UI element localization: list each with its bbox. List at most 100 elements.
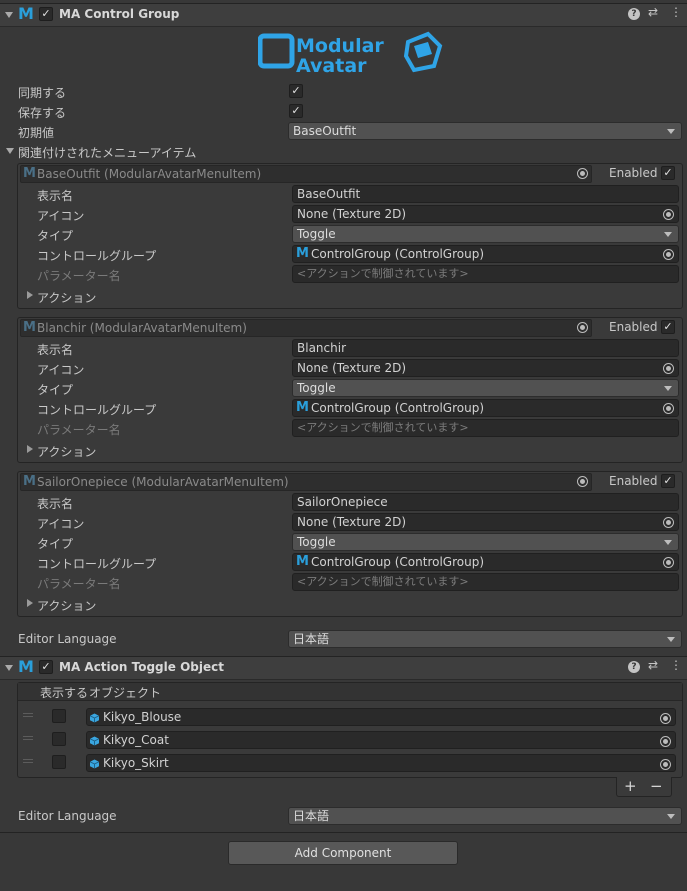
foldout-arrow-icon[interactable]	[5, 12, 13, 18]
object-picker-icon[interactable]	[663, 403, 674, 414]
object-name: Kikyo_Skirt	[103, 756, 169, 770]
menu-item-enabled-checkbox[interactable]: ✓	[661, 320, 675, 334]
enabled-label: Enabled	[609, 166, 658, 180]
enabled-label: Enabled	[609, 320, 658, 334]
object-name: Kikyo_Blouse	[103, 710, 182, 724]
type-value: Toggle	[297, 535, 336, 549]
object-picker-icon[interactable]	[660, 713, 671, 724]
parameter-name-label: パラメーター名	[37, 269, 121, 283]
menu-item-enabled-checkbox[interactable]: ✓	[661, 474, 675, 488]
editor-language-label: Editor Language	[18, 632, 117, 646]
menu-item-enabled-checkbox[interactable]: ✓	[661, 166, 675, 180]
type-dropdown[interactable]: Toggle	[292, 379, 679, 397]
icon-value: None (Texture 2D)	[297, 361, 407, 375]
control-group-label: コントロールグループ	[37, 249, 157, 263]
display-name-label: 表示名	[37, 497, 74, 511]
display-name-input[interactable]: Blanchir	[292, 339, 679, 357]
menu-item-header-label: Blanchir (ModularAvatarMenuItem)	[37, 321, 247, 335]
control-group-script-icon: M	[296, 246, 309, 261]
editor-language-dropdown[interactable]: 日本語	[288, 630, 682, 648]
object-picker-icon[interactable]	[663, 363, 674, 374]
help-icon[interactable]: ?	[628, 661, 640, 673]
logo-text-2: Avatar	[296, 55, 367, 76]
column-show-header: 表示する	[40, 686, 89, 700]
save-checkbox[interactable]: ✓	[289, 104, 303, 118]
object-picker-icon[interactable]	[663, 249, 674, 260]
control-group-object-field[interactable]: ControlGroup (ControlGroup)	[292, 399, 679, 417]
add-component-button[interactable]: Add Component	[228, 841, 458, 865]
control-group-script-icon: M	[296, 554, 309, 569]
control-group-label: コントロールグループ	[37, 403, 157, 417]
icon-object-field[interactable]: None (Texture 2D)	[292, 513, 679, 531]
drag-handle-icon[interactable]	[23, 736, 33, 740]
object-field[interactable]: Kikyo_Blouse	[86, 708, 676, 726]
initial-value-dropdown[interactable]: BaseOutfit	[288, 122, 682, 140]
control-group-value: ControlGroup (ControlGroup)	[311, 555, 484, 569]
icon-label: アイコン	[37, 517, 85, 531]
object-picker-icon[interactable]	[577, 322, 588, 333]
icon-object-field[interactable]: None (Texture 2D)	[292, 359, 679, 377]
component-enabled-checkbox[interactable]: ✓	[39, 7, 53, 21]
object-show-checkbox[interactable]	[52, 732, 66, 746]
parameter-name-input: <アクションで制御されています>	[292, 419, 679, 437]
foldout-arrow-icon[interactable]	[5, 665, 13, 671]
action-label[interactable]: アクション	[37, 597, 96, 614]
action-label[interactable]: アクション	[37, 443, 96, 460]
preset-icon[interactable]: ⇄	[648, 5, 658, 19]
object-picker-icon[interactable]	[663, 557, 674, 568]
type-value: Toggle	[297, 381, 336, 395]
menu-item-script-icon: M	[23, 320, 36, 335]
control-group-value: ControlGroup (ControlGroup)	[311, 401, 484, 415]
object-show-checkbox[interactable]	[52, 709, 66, 723]
control-group-object-field[interactable]: ControlGroup (ControlGroup)	[292, 553, 679, 571]
editor-language-dropdown[interactable]: 日本語	[288, 807, 682, 825]
object-name: Kikyo_Coat	[103, 733, 169, 747]
type-dropdown[interactable]: Toggle	[292, 533, 679, 551]
modular-avatar-logo: Modular Avatar	[257, 28, 443, 77]
remove-item-button[interactable]: −	[650, 777, 663, 795]
object-picker-icon[interactable]	[660, 759, 671, 770]
object-show-checkbox[interactable]	[52, 755, 66, 769]
object-field[interactable]: Kikyo_Skirt	[86, 754, 676, 772]
logo-text-1: Modular	[296, 35, 384, 57]
preset-icon[interactable]: ⇄	[648, 658, 658, 672]
object-picker-icon[interactable]	[577, 168, 588, 179]
object-picker-icon[interactable]	[577, 476, 588, 487]
object-picker-icon[interactable]	[663, 209, 674, 220]
kebab-menu-icon[interactable]: ⋮	[670, 658, 682, 672]
kebab-menu-icon[interactable]: ⋮	[670, 5, 682, 19]
menu-items-foldout-icon[interactable]	[6, 148, 14, 154]
gameobject-cube-icon	[90, 759, 99, 769]
display-name-input[interactable]: BaseOutfit	[292, 185, 679, 203]
icon-object-field[interactable]: None (Texture 2D)	[292, 205, 679, 223]
action-foldout-icon[interactable]	[27, 599, 33, 607]
initial-value-text: BaseOutfit	[293, 124, 357, 138]
add-item-button[interactable]: +	[624, 777, 637, 795]
action-label[interactable]: アクション	[37, 289, 96, 306]
chevron-down-icon	[664, 540, 672, 545]
object-field[interactable]: Kikyo_Coat	[86, 731, 676, 749]
parameter-name-label: パラメーター名	[37, 423, 121, 437]
sync-label: 同期する	[18, 86, 67, 100]
sync-checkbox[interactable]: ✓	[289, 84, 303, 98]
chevron-down-icon	[664, 232, 672, 237]
object-picker-icon[interactable]	[660, 736, 671, 747]
toggle-enabled-checkbox[interactable]: ✓	[39, 660, 53, 674]
icon-value: None (Texture 2D)	[297, 515, 407, 529]
action-foldout-icon[interactable]	[27, 445, 33, 453]
type-dropdown[interactable]: Toggle	[292, 225, 679, 243]
parameter-name-label: パラメーター名	[37, 577, 121, 591]
menu-item-script-icon: M	[23, 166, 36, 181]
display-name-label: 表示名	[37, 189, 74, 203]
drag-handle-icon[interactable]	[23, 713, 33, 717]
drag-handle-icon[interactable]	[23, 759, 33, 763]
action-foldout-icon[interactable]	[27, 291, 33, 299]
initial-value-label: 初期値	[18, 126, 55, 140]
type-label: タイプ	[37, 229, 74, 243]
control-group-object-field[interactable]: ControlGroup (ControlGroup)	[292, 245, 679, 263]
help-icon[interactable]: ?	[628, 8, 640, 20]
object-picker-icon[interactable]	[663, 517, 674, 528]
display-name-input[interactable]: SailorOnepiece	[292, 493, 679, 511]
chevron-down-icon	[667, 814, 675, 819]
editor-language-value: 日本語	[293, 809, 330, 823]
